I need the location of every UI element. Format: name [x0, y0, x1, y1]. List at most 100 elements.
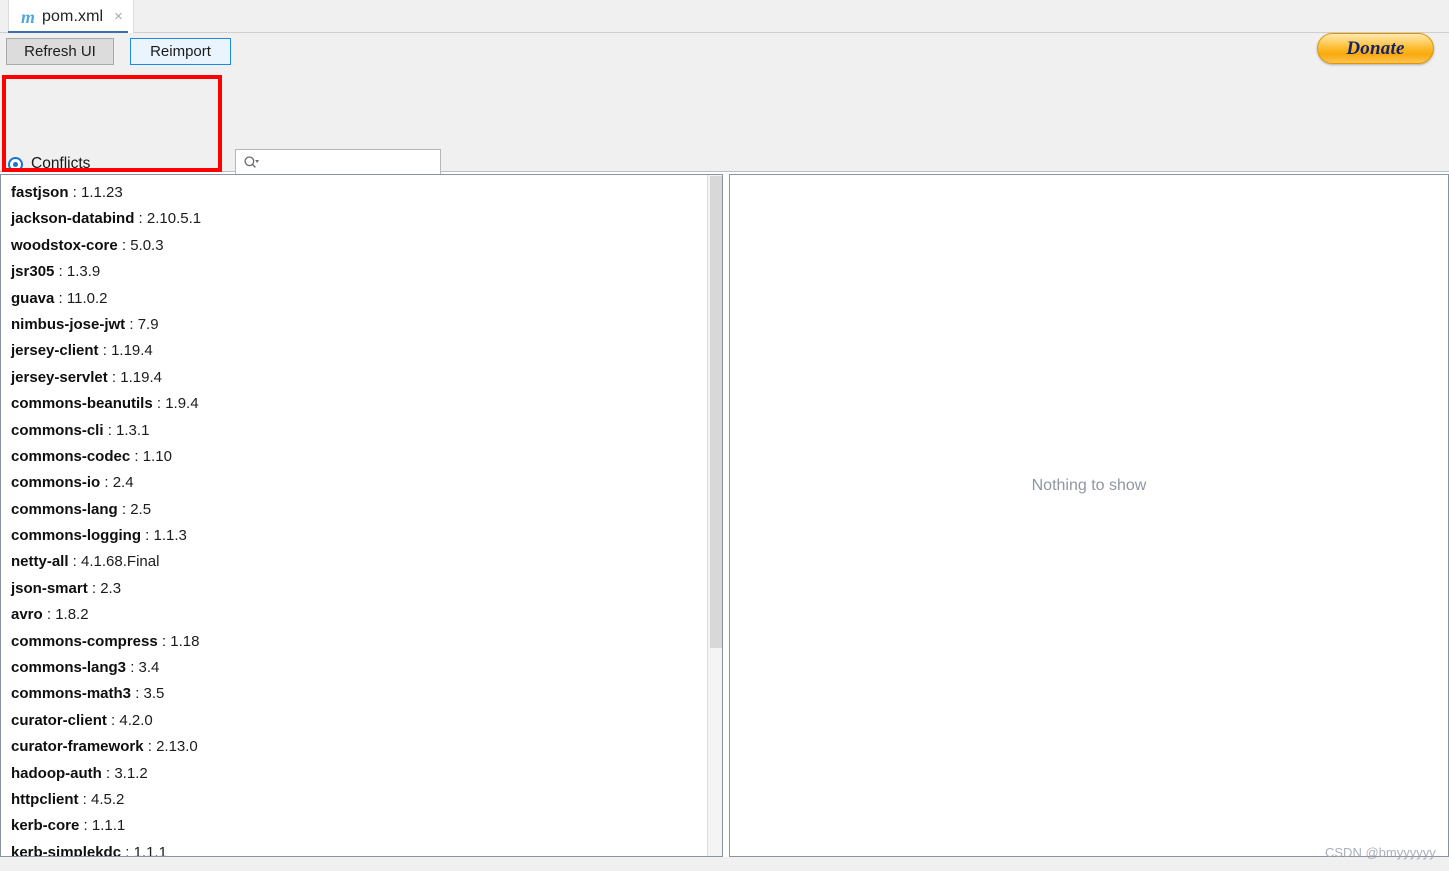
dependency-separator: : [98, 342, 112, 360]
dependency-separator: : [54, 263, 67, 281]
dependency-version: 3.5 [143, 685, 165, 703]
dependency-row[interactable]: fastjson : 1.1.23 [11, 180, 201, 206]
dependency-separator: : [78, 790, 92, 808]
dependency-row[interactable]: jersey-client : 1.19.4 [11, 338, 201, 364]
dependency-separator: : [141, 527, 154, 545]
dependency-row[interactable]: commons-math3 : 3.5 [11, 681, 201, 707]
dependency-row[interactable]: netty-all : 4.1.68.Final [11, 549, 201, 575]
dependency-version: 1.1.1 [91, 817, 126, 835]
dependency-row[interactable]: nimbus-jose-jwt : 7.9 [11, 312, 201, 338]
watermark-text: CSDN @bmyyyyyy [1325, 845, 1436, 860]
dependency-row[interactable]: commons-io : 2.4 [11, 470, 201, 496]
dependency-artifact: nimbus-jose-jwt [11, 315, 126, 333]
dependency-row[interactable]: avro : 1.8.2 [11, 602, 201, 628]
dependency-version: 1.1.1 [133, 843, 167, 857]
dependency-version: 1.10 [142, 447, 172, 465]
dependency-separator: : [130, 447, 143, 465]
reimport-button[interactable]: Reimport [130, 38, 231, 65]
dependency-row[interactable]: commons-logging : 1.1.3 [11, 523, 201, 549]
dependency-version: 1.19.4 [111, 342, 153, 360]
dependency-row[interactable]: jackson-databind : 2.10.5.1 [11, 206, 201, 232]
dependency-separator: : [79, 817, 92, 835]
dependency-separator: : [106, 711, 120, 729]
radio-conflicts[interactable]: Conflicts [8, 154, 90, 174]
dependency-separator: : [107, 368, 121, 386]
dependency-separator: : [157, 632, 171, 650]
dependency-artifact: kerb-simplekdc [11, 843, 122, 857]
dependency-row[interactable]: jersey-servlet : 1.19.4 [11, 365, 201, 391]
dependency-row[interactable]: commons-lang3 : 3.4 [11, 655, 201, 681]
dependency-version: 1.3.9 [66, 263, 101, 281]
dependency-artifact: curator-client [11, 711, 107, 729]
dependency-artifact: commons-logging [11, 527, 141, 545]
dependency-version: 11.0.2 [66, 289, 108, 307]
dependency-version: 2.4 [112, 474, 134, 492]
dependency-row[interactable]: curator-client : 4.2.0 [11, 708, 201, 734]
maven-m-icon: m [21, 6, 36, 27]
dependency-version: 2.10.5.1 [146, 210, 202, 228]
dependency-row[interactable]: commons-cli : 1.3.1 [11, 418, 201, 444]
dependency-version: 4.5.2 [91, 790, 125, 808]
dependency-artifact: jackson-databind [11, 210, 135, 228]
dependency-row[interactable]: jsr305 : 1.3.9 [11, 259, 201, 285]
tab-pom-xml[interactable]: m pom.xml × [8, 0, 134, 33]
dependency-row[interactable]: commons-beanutils : 1.9.4 [11, 391, 201, 417]
empty-state-text: Nothing to show [1031, 476, 1147, 494]
dependency-artifact: woodstox-core [11, 236, 118, 254]
tab-bar: m pom.xml × [0, 0, 1449, 34]
dependency-row[interactable]: hadoop-auth : 3.1.2 [11, 761, 201, 787]
dependency-list-panel[interactable]: fastjson : 1.1.23 jackson-databind : 2.10… [0, 174, 723, 857]
dependency-artifact: commons-beanutils [11, 395, 153, 413]
dependency-row[interactable]: httpclient : 4.5.2 [11, 787, 201, 813]
dependency-row[interactable]: commons-codec : 1.10 [11, 444, 201, 470]
dependency-separator: : [54, 289, 67, 307]
search-input[interactable] [262, 153, 447, 172]
scrollbar-thumb[interactable] [710, 176, 722, 648]
bottom-strip [0, 857, 1449, 871]
dependency-version: 2.13.0 [156, 738, 198, 756]
dependency-row[interactable]: curator-framework : 2.13.0 [11, 734, 201, 760]
dependency-artifact: commons-math3 [11, 685, 132, 703]
dependency-row[interactable]: commons-compress : 1.18 [11, 629, 201, 655]
dependency-version: 5.0.3 [130, 236, 164, 254]
dependency-version: 2.3 [100, 579, 122, 597]
dependency-version: 4.1.68.Final [81, 553, 160, 571]
search-field[interactable] [235, 149, 447, 176]
dependency-version: 1.3.1 [116, 421, 150, 439]
options-panel: Conflicts All Dependencies as List All D… [0, 71, 1449, 237]
dependency-row[interactable]: json-smart : 2.3 [11, 576, 201, 602]
dependency-row[interactable]: guava : 11.0.2 [11, 286, 201, 312]
close-icon[interactable]: × [114, 9, 123, 24]
dependency-separator: : [42, 606, 56, 624]
dependency-row[interactable]: kerb-core : 1.1.1 [11, 813, 201, 839]
donate-label: Donate [1346, 37, 1405, 59]
dependency-artifact: json-smart [11, 579, 88, 597]
dependency-artifact: avro [11, 606, 43, 624]
donate-button[interactable]: Donate [1317, 33, 1434, 64]
vertical-scrollbar[interactable] [707, 175, 722, 856]
dependency-version: 3.4 [138, 659, 160, 677]
dependency-artifact: kerb-core [11, 817, 80, 835]
dependency-artifact: commons-lang [11, 500, 118, 518]
dependency-artifact: commons-io [11, 474, 101, 492]
dependency-artifact: commons-codec [11, 447, 131, 465]
dependency-row[interactable]: commons-lang : 2.5 [11, 497, 201, 523]
dependency-artifact: jersey-client [11, 342, 99, 360]
dependency-separator: : [68, 184, 82, 201]
dependency-artifact: jsr305 [11, 263, 55, 281]
details-panel[interactable]: Nothing to show [729, 174, 1449, 857]
dependency-version: 1.1.23 [81, 184, 123, 201]
dependency-separator: : [126, 659, 139, 677]
dependency-row[interactable]: kerb-simplekdc : 1.1.1 [11, 840, 201, 857]
dependency-list: fastjson : 1.1.23 jackson-databind : 2.10… [1, 175, 201, 857]
dependency-artifact: fastjson [11, 184, 69, 201]
dependency-artifact: curator-framework [11, 738, 144, 756]
dependency-artifact: commons-lang3 [11, 659, 127, 677]
dependency-version: 1.18 [170, 632, 200, 650]
dependency-separator: : [68, 553, 82, 571]
dependency-separator: : [100, 474, 113, 492]
dependency-row[interactable]: woodstox-core : 5.0.3 [11, 233, 201, 259]
refresh-ui-button[interactable]: Refresh UI [6, 38, 114, 65]
dependency-separator: : [134, 210, 147, 228]
dependency-separator: : [131, 685, 144, 703]
